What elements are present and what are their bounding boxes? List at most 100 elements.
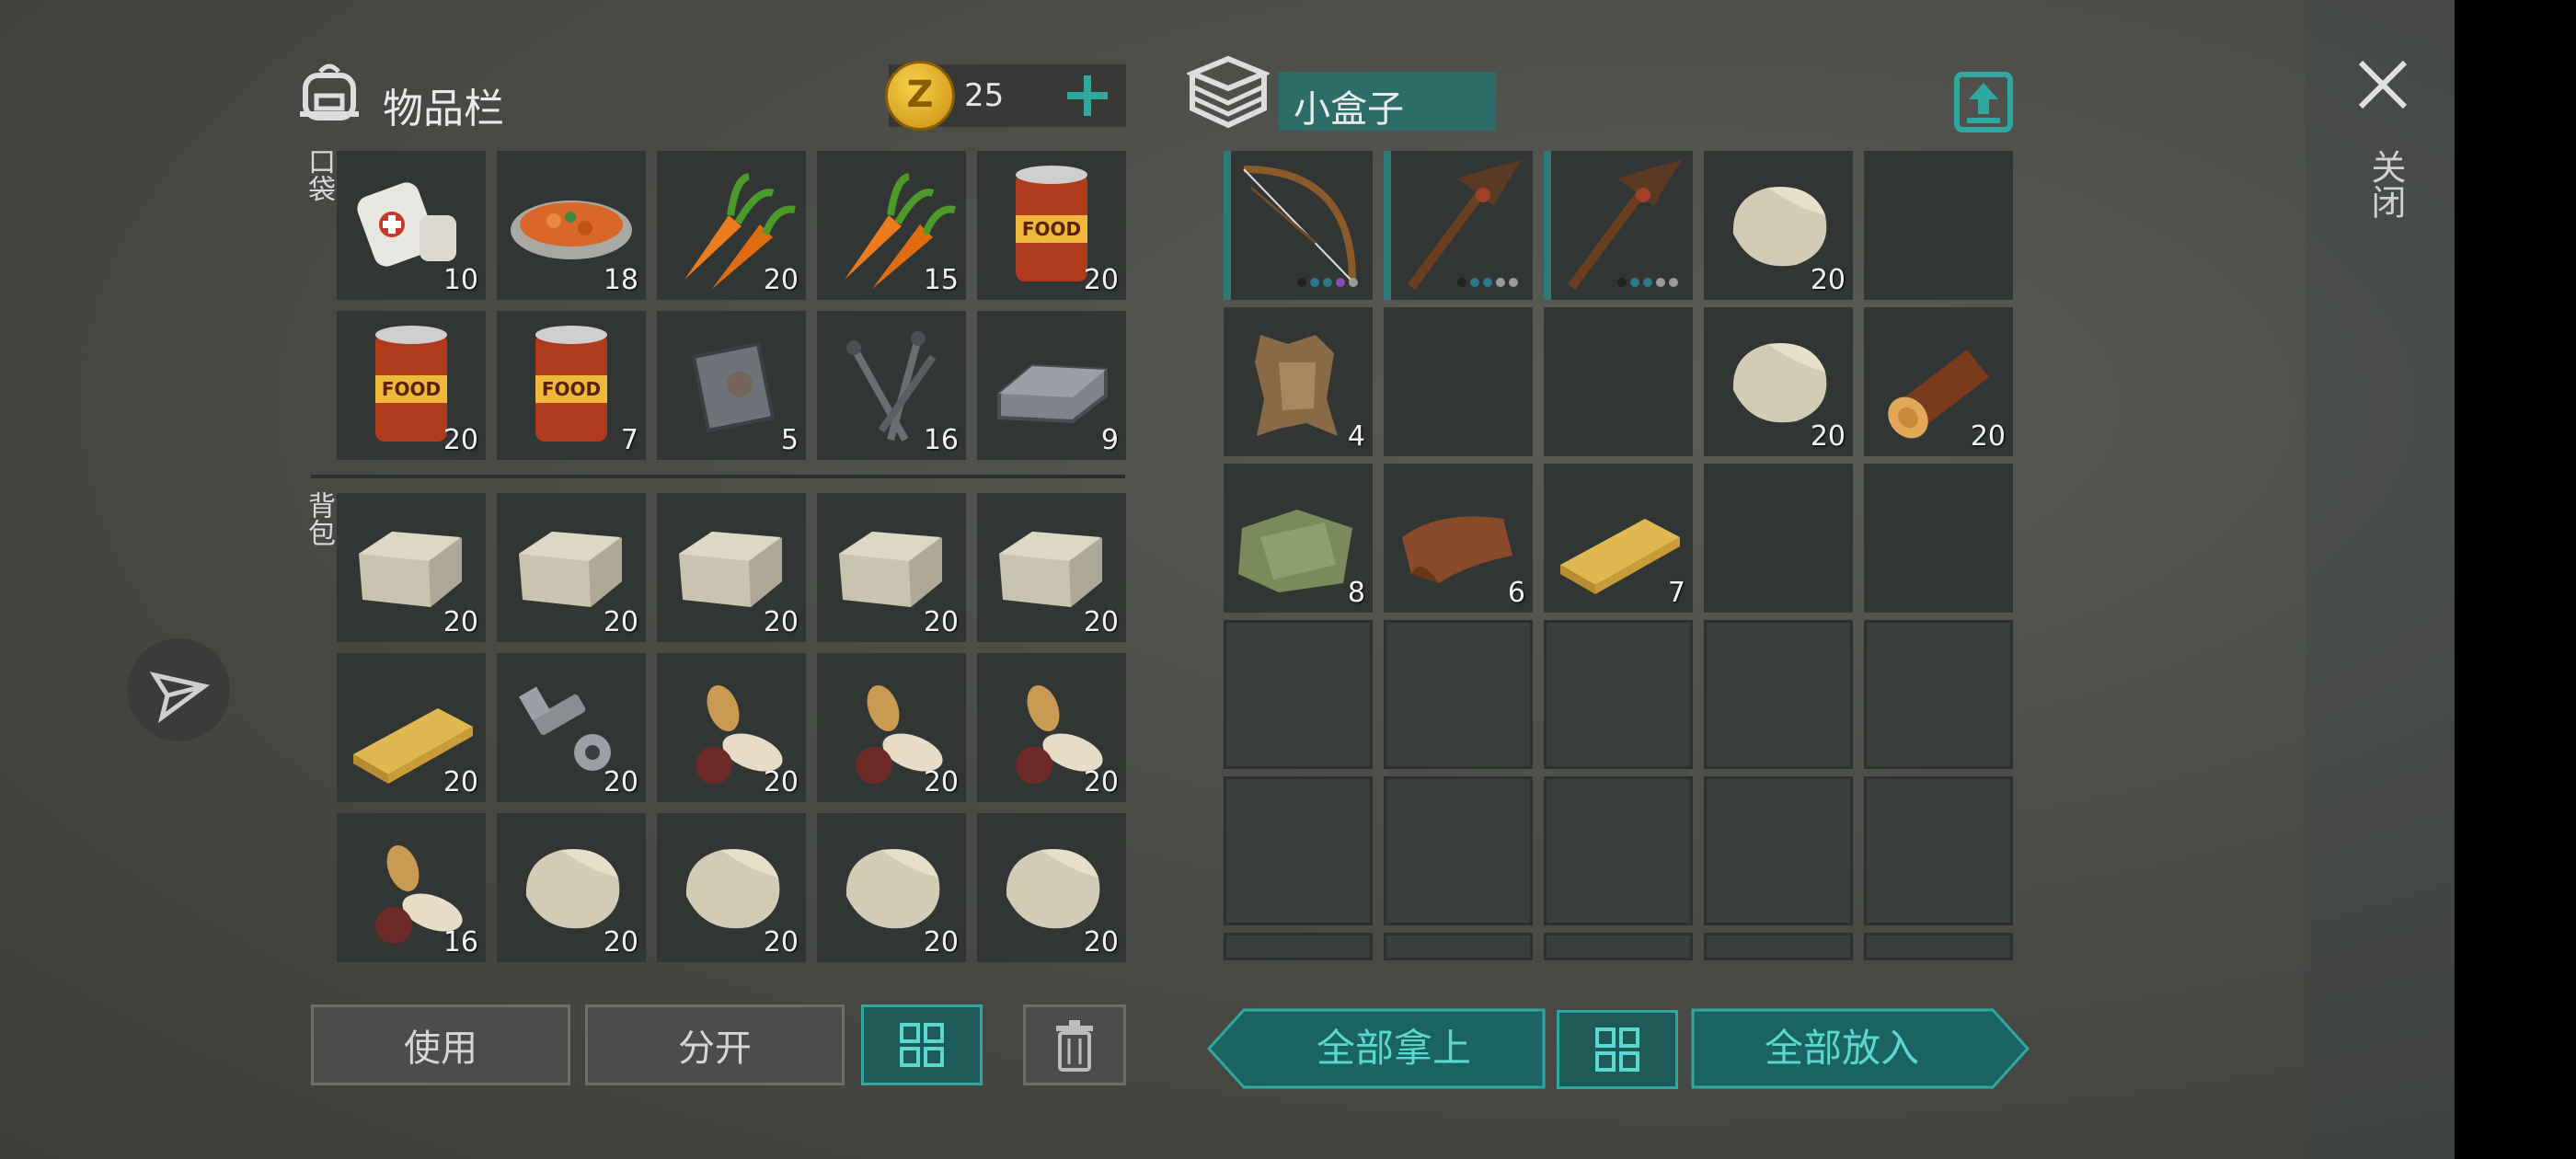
durability-dots	[1617, 273, 1682, 291]
item-slot[interactable]: 20	[657, 813, 806, 962]
item-slot[interactable]: 20	[497, 653, 646, 802]
item-slot[interactable]: 20	[657, 653, 806, 802]
item-count: 20	[923, 606, 959, 638]
item-slot[interactable]: 20	[1864, 307, 2013, 456]
take-all-button[interactable]: 全部拿上	[1206, 1008, 1546, 1089]
empty-slot[interactable]	[1544, 307, 1693, 456]
coin-count: 25	[964, 77, 1005, 114]
item-count: 20	[443, 766, 478, 798]
item-count: 20	[923, 766, 959, 798]
item-slot[interactable]: FOOD 20	[337, 311, 486, 460]
item-slot[interactable]: 20	[1704, 151, 1853, 300]
equipment-marker	[1224, 151, 1231, 300]
empty-slot[interactable]	[1384, 776, 1533, 925]
empty-slot[interactable]	[1704, 776, 1853, 925]
empty-slot[interactable]	[1224, 776, 1373, 925]
item-slot[interactable]: 15	[817, 151, 966, 300]
empty-slot[interactable]	[1864, 776, 2013, 925]
item-count: 20	[443, 606, 478, 638]
item-count: 16	[923, 424, 959, 456]
item-count: 20	[603, 926, 638, 958]
item-slot[interactable]: 20	[977, 493, 1126, 642]
equipment-marker	[1544, 151, 1551, 300]
item-slot[interactable]: 7	[1544, 464, 1693, 613]
item-slot[interactable]: 20	[497, 493, 646, 642]
item-count: 20	[923, 926, 959, 958]
item-count: 15	[923, 264, 959, 296]
empty-slot[interactable]	[1864, 620, 2013, 769]
item-slot[interactable]: 20	[817, 493, 966, 642]
durability-dots	[1297, 273, 1362, 291]
item-slot[interactable]: 6	[1384, 464, 1533, 613]
grid-sort-icon	[1595, 1027, 1639, 1072]
item-slot[interactable]	[1384, 151, 1533, 300]
put-all-label: 全部放入	[1764, 1026, 1919, 1071]
empty-slot[interactable]	[1864, 933, 2013, 960]
item-count: 20	[763, 606, 799, 638]
empty-slot[interactable]	[1544, 620, 1693, 769]
item-slot[interactable]: 20	[817, 653, 966, 802]
empty-slot[interactable]	[1544, 933, 1693, 960]
item-slot[interactable]: 18	[497, 151, 646, 300]
item-count: 20	[763, 264, 799, 296]
item-slot[interactable]: 20	[497, 813, 646, 962]
empty-slot[interactable]	[1864, 464, 2013, 613]
svg-text:FOOD: FOOD	[542, 378, 601, 400]
item-slot[interactable]: 9	[977, 311, 1126, 460]
item-slot[interactable]: 20	[337, 493, 486, 642]
screen-edge	[2455, 0, 2576, 1159]
item-count: 8	[1347, 577, 1365, 609]
sort-button[interactable]	[861, 1004, 983, 1085]
item-slot[interactable]: 10	[337, 151, 486, 300]
item-slot[interactable]: FOOD 20	[977, 151, 1126, 300]
empty-slot[interactable]	[1544, 776, 1693, 925]
item-slot[interactable]: 20	[977, 813, 1126, 962]
empty-slot[interactable]	[1704, 464, 1853, 613]
item-slot[interactable]: 20	[337, 653, 486, 802]
share-button[interactable]	[127, 638, 230, 741]
empty-slot[interactable]	[1224, 933, 1373, 960]
item-count: 20	[603, 766, 638, 798]
item-slot[interactable]: 5	[657, 311, 806, 460]
empty-slot[interactable]	[1704, 933, 1853, 960]
equipment-marker	[1384, 151, 1391, 300]
item-count: 20	[1083, 606, 1119, 638]
item-slot[interactable]: 20	[817, 813, 966, 962]
item-count: 4	[1347, 420, 1365, 453]
item-slot[interactable]	[1224, 151, 1373, 300]
delete-button[interactable]	[1023, 1004, 1126, 1085]
item-slot[interactable]: 8	[1224, 464, 1373, 613]
item-count: 10	[443, 264, 478, 296]
empty-slot[interactable]	[1864, 151, 2013, 300]
inventory-title: 物品栏	[383, 86, 504, 132]
item-count: 20	[1083, 264, 1119, 296]
item-slot[interactable]: 20	[977, 653, 1126, 802]
item-count: 20	[1083, 926, 1119, 958]
item-slot[interactable]: 20	[657, 493, 806, 642]
add-coins-button[interactable]	[1064, 72, 1111, 120]
item-count: 5	[780, 424, 799, 456]
item-slot[interactable]: FOOD 7	[497, 311, 646, 460]
use-button[interactable]: 使用	[311, 1004, 570, 1085]
grid-sort-icon	[900, 1023, 944, 1067]
item-slot[interactable]: 4	[1224, 307, 1373, 456]
put-all-button[interactable]: 全部放入	[1691, 1008, 2030, 1089]
empty-slot[interactable]	[1384, 933, 1533, 960]
backpack-icon	[296, 59, 362, 125]
empty-slot[interactable]	[1704, 620, 1853, 769]
empty-slot[interactable]	[1384, 307, 1533, 456]
split-button[interactable]: 分开	[585, 1004, 845, 1085]
close-label[interactable]: 关闭	[2361, 149, 2411, 219]
close-icon[interactable]	[2355, 57, 2410, 112]
container-sort-button[interactable]	[1557, 1010, 1678, 1089]
empty-slot[interactable]	[1384, 620, 1533, 769]
item-slot[interactable]	[1544, 151, 1693, 300]
svg-text:FOOD: FOOD	[382, 378, 441, 400]
upload-icon[interactable]	[1954, 72, 2013, 132]
item-slot[interactable]: 20	[1704, 307, 1853, 456]
item-slot[interactable]: 20	[657, 151, 806, 300]
item-slot[interactable]: 16	[817, 311, 966, 460]
item-count: 20	[763, 926, 799, 958]
item-slot[interactable]: 16	[337, 813, 486, 962]
empty-slot[interactable]	[1224, 620, 1373, 769]
